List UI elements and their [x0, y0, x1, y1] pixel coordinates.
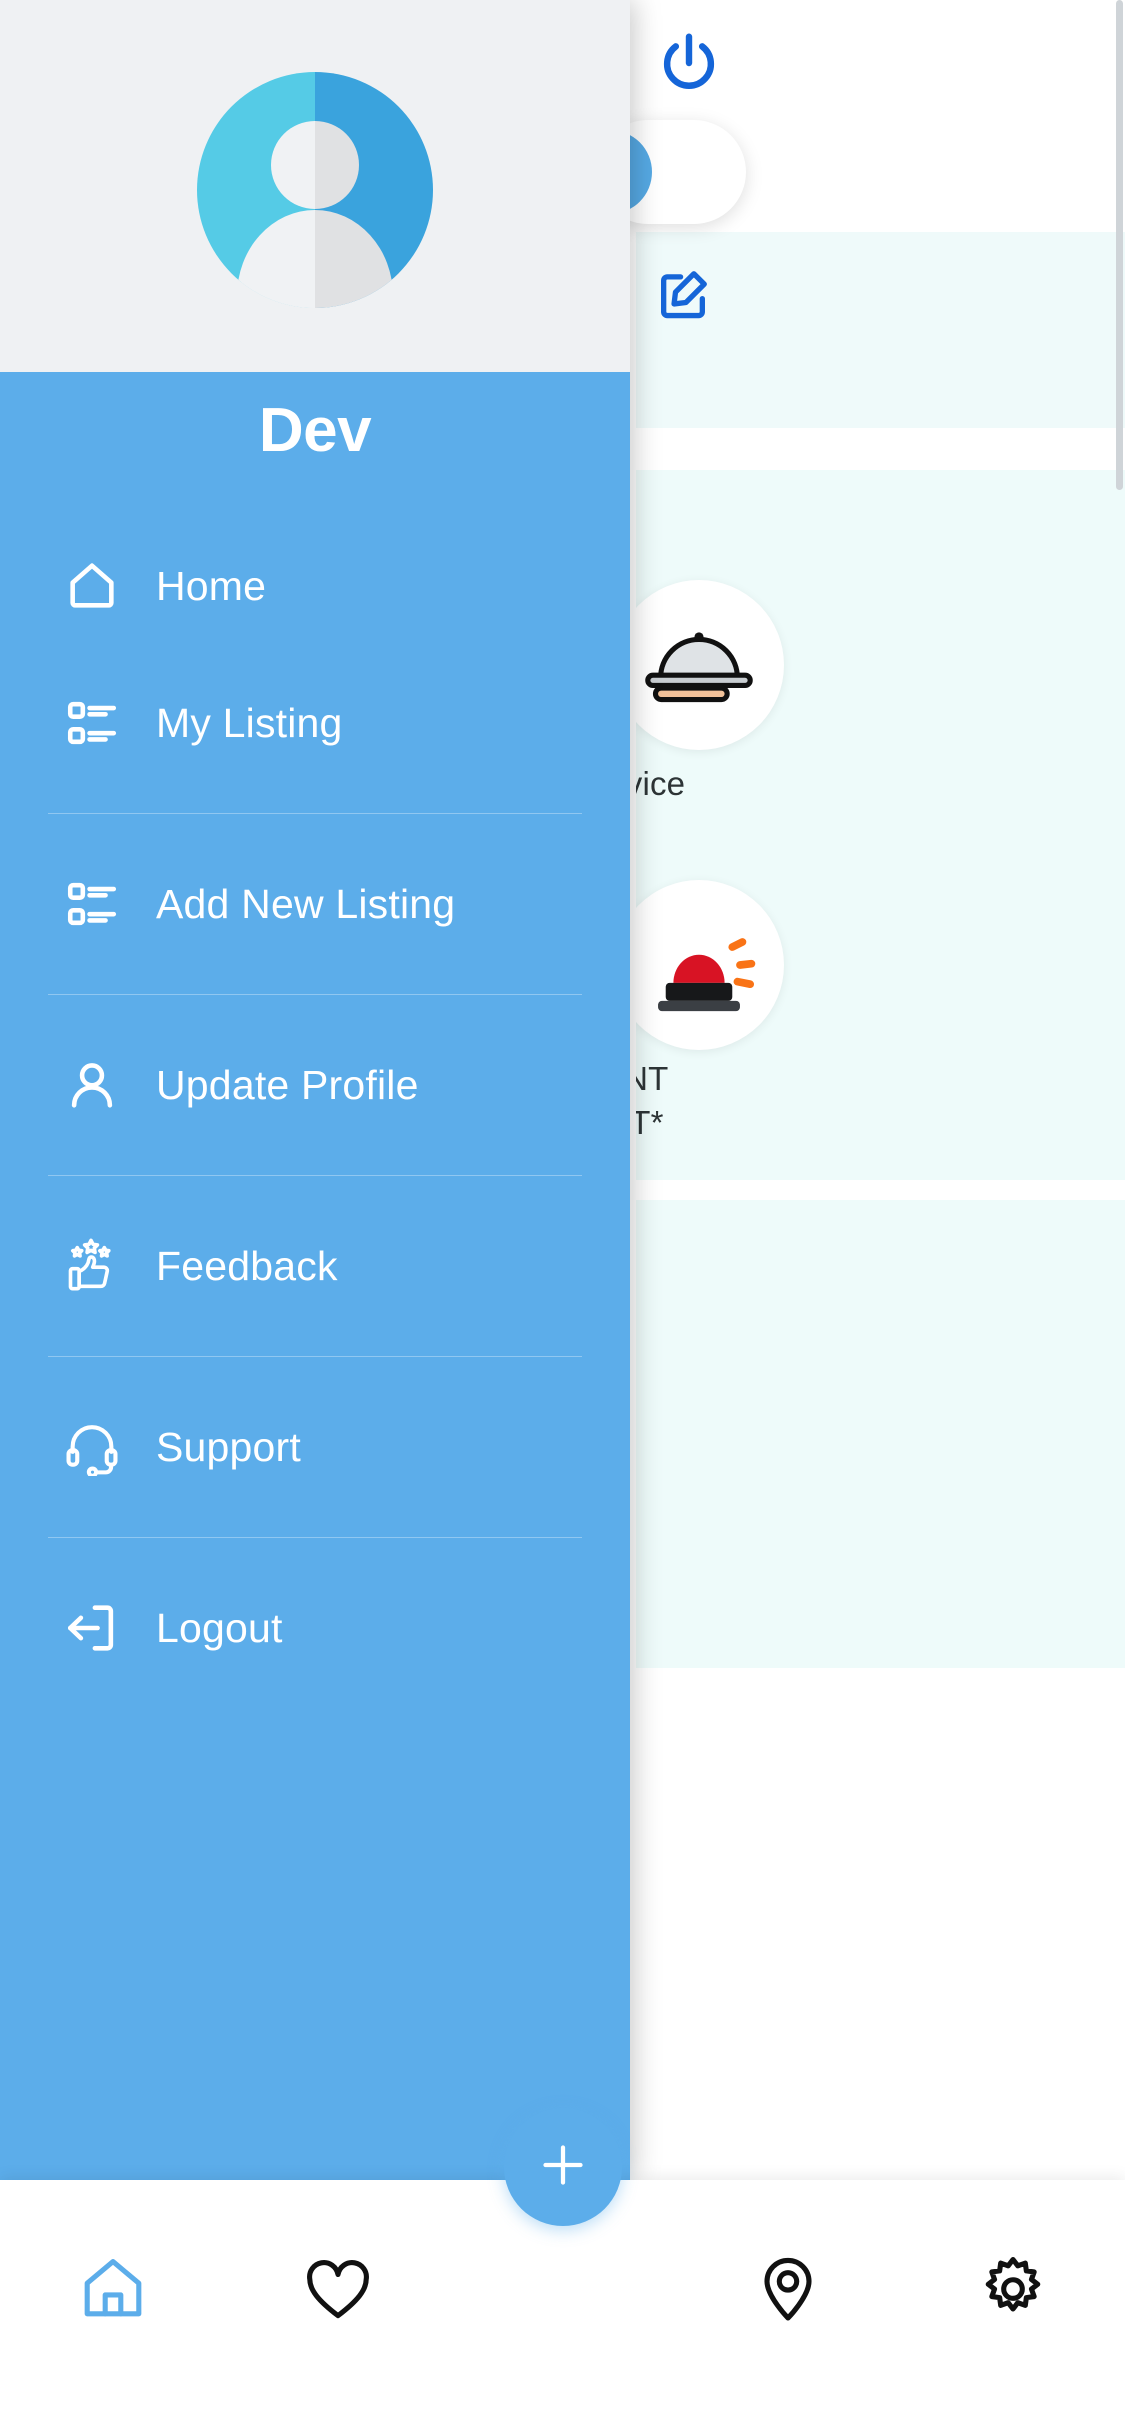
drawer-user-name: Dev: [258, 396, 372, 465]
menu-spacer: [0, 1312, 630, 1356]
navigation-drawer: Dev Home My Listing Add New Listing Upda…: [0, 0, 630, 2180]
sidebar-item-update-profile[interactable]: Update Profile: [0, 1039, 630, 1131]
menu-spacer: [0, 769, 630, 813]
sidebar-item-add-new-listing[interactable]: Add New Listing: [0, 858, 630, 950]
bottom-nav-settings[interactable]: [900, 2180, 1125, 2436]
sidebar-item-feedback[interactable]: Feedback: [0, 1220, 630, 1312]
background-gap: [636, 428, 1125, 470]
menu-spacer: [0, 632, 630, 677]
add-fab-button[interactable]: [503, 2108, 622, 2226]
bottom-nav-location[interactable]: [675, 2180, 900, 2436]
sidebar-item-label: Update Profile: [156, 1061, 419, 1108]
sidebar-item-label: Logout: [156, 1604, 283, 1651]
sidebar-item-my-listing[interactable]: My Listing: [0, 677, 630, 769]
background-label-important-line1: TANT: [636, 1060, 669, 1097]
map-pin-icon: [752, 2252, 824, 2329]
sidebar-item-label: Feedback: [156, 1242, 338, 1289]
menu-spacer: [0, 1357, 630, 1401]
sidebar-item-logout[interactable]: Logout: [0, 1582, 630, 1674]
background-card-lower: [636, 1200, 1125, 1668]
menu-spacer: [0, 995, 630, 1039]
avatar[interactable]: [197, 72, 433, 308]
home-icon: [77, 2252, 149, 2329]
bottom-nav-favorites[interactable]: [225, 2180, 450, 2436]
menu-spacer: [0, 1538, 630, 1582]
background-card-main: [636, 470, 1125, 1180]
home-icon: [62, 556, 122, 616]
drawer-header: [0, 0, 630, 372]
list-icon: [62, 874, 122, 934]
person-icon: [62, 1055, 122, 1115]
gear-icon: [977, 2252, 1049, 2329]
power-icon[interactable]: [654, 28, 724, 98]
sidebar-item-support[interactable]: Support: [0, 1401, 630, 1493]
scrollbar[interactable]: [1116, 0, 1123, 490]
headset-icon: [62, 1417, 122, 1477]
drawer-menu: Home My Listing Add New Listing Update P…: [0, 540, 630, 1674]
menu-spacer: [0, 1131, 630, 1175]
sidebar-item-label: My Listing: [156, 699, 343, 746]
background-card-top: [636, 232, 1125, 428]
edit-square-icon[interactable]: [654, 266, 712, 324]
bottom-nav-home[interactable]: [0, 2180, 225, 2436]
thumbs-up-stars-icon: [62, 1236, 122, 1296]
background-bottom-fill: [636, 1668, 1125, 2180]
bottom-navigation-bar: [0, 2108, 1125, 2436]
background-label-important-line2: ACT*: [636, 1104, 664, 1141]
menu-spacer: [0, 950, 630, 994]
background-label-service: ervice: [636, 765, 686, 802]
menu-spacer: [0, 1493, 630, 1537]
plus-icon: [533, 2135, 593, 2200]
menu-spacer: [0, 814, 630, 858]
heart-icon: [302, 2252, 374, 2329]
sidebar-item-label: Home: [156, 562, 267, 609]
background-content-sheet: ervice TANT ACT*: [636, 0, 1125, 2180]
menu-spacer: [0, 1176, 630, 1220]
sidebar-item-label: Add New Listing: [156, 880, 456, 927]
sidebar-item-label: Support: [156, 1423, 302, 1470]
logout-icon: [62, 1598, 122, 1658]
list-icon: [62, 693, 122, 753]
sidebar-item-home[interactable]: Home: [0, 540, 630, 632]
